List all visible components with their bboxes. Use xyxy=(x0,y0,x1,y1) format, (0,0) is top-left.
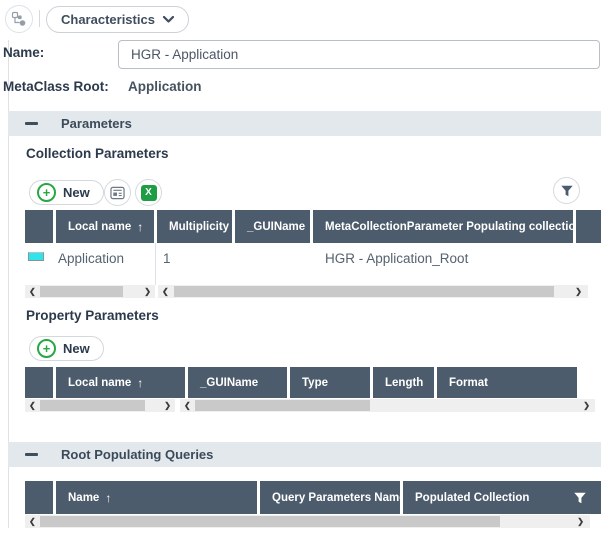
name-input[interactable] xyxy=(118,40,600,69)
cell-local-name: Application xyxy=(58,251,124,266)
col-header-label: Name xyxy=(68,492,99,504)
col-header-length[interactable]: Length xyxy=(373,367,434,398)
characteristics-dropdown-label: Characteristics xyxy=(61,12,155,27)
col-header-overflow[interactable] xyxy=(576,210,601,243)
col-header-label: Local name xyxy=(68,377,131,389)
property-main-scrollbar[interactable]: ❮ ❯ xyxy=(180,399,595,412)
col-header-row-icon[interactable] xyxy=(25,367,53,398)
hierarchy-view-button[interactable] xyxy=(5,5,33,33)
col-header-local-name[interactable]: Local name ↑ xyxy=(56,367,185,398)
new-button-label: New xyxy=(63,341,90,356)
col-header-local-name[interactable]: Local name ↑ xyxy=(56,210,154,243)
scroll-left-icon[interactable]: ❮ xyxy=(29,288,36,296)
frozen-pane-divider xyxy=(155,243,156,285)
scroll-left-icon[interactable]: ❮ xyxy=(29,402,36,410)
name-label: Name: xyxy=(3,45,44,60)
root-queries-table-header: Name ↑ Query Parameters Name Populated C… xyxy=(0,481,601,514)
filter-funnel-icon[interactable] xyxy=(573,491,587,505)
property-parameters-title: Property Parameters xyxy=(26,308,159,323)
metaclass-root-label: MetaClass Root: xyxy=(3,79,109,94)
col-header-label: Length xyxy=(385,377,423,389)
col-header-type[interactable]: Type xyxy=(290,367,370,398)
collection-type-icon xyxy=(28,252,44,261)
hierarchy-icon xyxy=(11,11,27,27)
col-header-populated-collection[interactable]: Populated Collection xyxy=(403,481,601,514)
col-header-row-icon[interactable] xyxy=(25,210,53,243)
collection-frozen-scrollbar[interactable]: ❮ ❯ xyxy=(25,285,155,298)
chevron-down-icon xyxy=(163,16,174,23)
col-header-label: Query Parameters Name xyxy=(272,492,400,504)
property-new-button[interactable]: + New xyxy=(29,336,104,361)
root-queries-scrollbar[interactable]: ❮ ❯ xyxy=(25,515,590,528)
plus-icon: + xyxy=(37,339,56,358)
property-table-header: Local name ↑ _GUIName Type Length Format xyxy=(0,367,601,398)
col-header-multiplicity[interactable]: Multiplicity xyxy=(157,210,232,243)
toolbar-divider xyxy=(39,10,40,27)
col-header-label: _GUIName xyxy=(247,221,305,233)
col-header-format[interactable]: Format xyxy=(437,367,577,398)
characteristics-dropdown[interactable]: Characteristics xyxy=(46,6,189,33)
scroll-left-icon[interactable]: ❮ xyxy=(184,402,191,410)
collapse-minus-icon[interactable] xyxy=(25,453,38,456)
scroll-right-icon[interactable]: ❯ xyxy=(164,402,171,410)
metaclass-root-value: Application xyxy=(128,79,202,94)
scrollbar-thumb[interactable] xyxy=(40,286,123,297)
scrollbar-thumb[interactable] xyxy=(40,516,500,527)
col-header-label: Multiplicity xyxy=(169,221,229,233)
col-header-label: MetaCollectionParameter Populating colle… xyxy=(325,221,573,233)
parameters-section-header[interactable]: Parameters xyxy=(8,111,601,136)
scrollbar-thumb[interactable] xyxy=(195,400,370,411)
col-header-query-parameters-name[interactable]: Query Parameters Name xyxy=(260,481,400,514)
col-header-label: Local name xyxy=(68,221,131,233)
collapse-minus-icon[interactable] xyxy=(25,122,38,125)
col-header-meta-collection[interactable]: MetaCollectionParameter Populating colle… xyxy=(313,210,573,243)
col-header-row-icon[interactable] xyxy=(25,481,53,514)
scrollbar-thumb[interactable] xyxy=(40,400,145,411)
scroll-right-icon[interactable]: ❯ xyxy=(577,518,584,526)
collection-new-button[interactable]: + New xyxy=(29,180,104,205)
collection-filter-button[interactable] xyxy=(553,177,580,204)
collection-excel-export-button[interactable]: X xyxy=(135,179,162,206)
filter-funnel-icon xyxy=(560,184,574,198)
scrollbar-thumb[interactable] xyxy=(174,286,554,297)
scroll-right-icon[interactable]: ❯ xyxy=(575,288,582,296)
scroll-right-icon[interactable]: ❯ xyxy=(583,402,590,410)
sort-ascending-icon: ↑ xyxy=(137,220,143,234)
col-header-label: _GUIName xyxy=(200,377,258,389)
parameters-section-title: Parameters xyxy=(61,116,132,131)
col-header-label: Format xyxy=(449,377,488,389)
col-header-guiname[interactable]: _GUIName xyxy=(188,367,287,398)
col-header-name[interactable]: Name ↑ xyxy=(56,481,257,514)
col-header-label: Populated Collection xyxy=(415,492,529,504)
scroll-left-icon[interactable]: ❮ xyxy=(29,518,36,526)
sort-ascending-icon: ↑ xyxy=(137,376,143,390)
table-row[interactable]: Application 1 HGR - Application_Root xyxy=(0,243,601,285)
collection-report-button[interactable] xyxy=(104,179,131,206)
col-header-guiname[interactable]: _GUIName xyxy=(235,210,310,243)
root-queries-section-title: Root Populating Queries xyxy=(61,447,213,462)
collection-main-scrollbar[interactable]: ❮ ❯ xyxy=(158,285,588,298)
plus-icon: + xyxy=(37,183,56,202)
scroll-left-icon[interactable]: ❮ xyxy=(162,288,169,296)
cell-multiplicity: 1 xyxy=(163,251,171,266)
collection-parameters-title: Collection Parameters xyxy=(26,146,169,161)
report-icon xyxy=(110,186,125,200)
root-queries-section-header[interactable]: Root Populating Queries xyxy=(8,442,601,467)
excel-icon: X xyxy=(141,185,157,201)
scroll-right-icon[interactable]: ❯ xyxy=(144,288,151,296)
cell-meta-collection: HGR - Application_Root xyxy=(325,251,468,266)
collection-table-header: Local name ↑ Multiplicity _GUIName MetaC… xyxy=(0,210,601,243)
metaclass-editor-page: Characteristics Name: MetaClass Root: Ap… xyxy=(0,0,601,535)
new-button-label: New xyxy=(63,185,90,200)
col-header-label: Type xyxy=(302,377,328,389)
sort-ascending-icon: ↑ xyxy=(105,491,111,505)
property-frozen-scrollbar[interactable]: ❮ ❯ xyxy=(25,399,175,412)
